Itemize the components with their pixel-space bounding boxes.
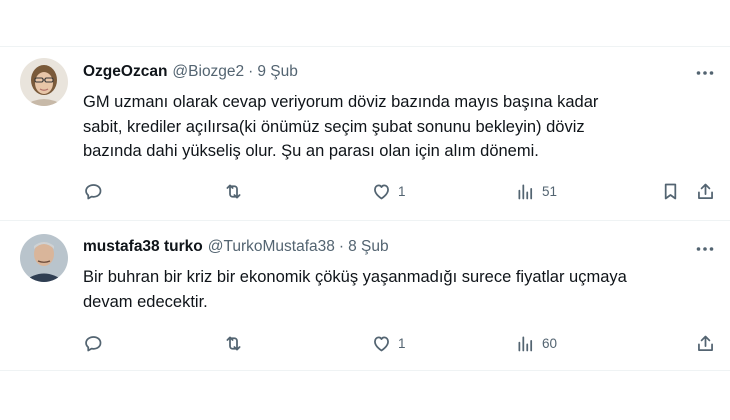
like-icon: [374, 184, 389, 199]
action-bar: 1 60: [83, 331, 730, 355]
bookmark-icon: [664, 183, 677, 199]
author-name[interactable]: OzgeOzcan: [83, 63, 167, 81]
author-handle[interactable]: @Biozge2: [172, 63, 244, 81]
author-handle[interactable]: @TurkoMustafa38: [208, 238, 335, 256]
like-button[interactable]: 1: [371, 331, 406, 355]
share-button[interactable]: [695, 179, 716, 203]
tweet[interactable]: mustafa38 turko @TurkoMustafa38 · 8 Şub …: [0, 226, 730, 366]
bottom-divider: [0, 370, 730, 371]
views-icon: [518, 184, 533, 199]
tweet-text-line: sabit, krediler açılırsa(ki önümüz seçim…: [83, 117, 585, 136]
tweet-date[interactable]: 9 Şub: [257, 63, 298, 81]
views-count: 60: [542, 335, 558, 351]
tweet-text: Bir buhran bir kriz bir ekonomik çöküş y…: [83, 265, 703, 314]
tweet-text-line: bazında dahi yükseliş olur. Şu an parası…: [83, 142, 539, 160]
views-icon: [518, 336, 533, 351]
more-icon[interactable]: [694, 238, 716, 260]
retweet-button[interactable]: [223, 179, 244, 203]
reply-icon: [85, 183, 102, 199]
bookmark-button[interactable]: [660, 179, 681, 203]
views-count: 51: [542, 183, 558, 199]
tweet-text-line: devam edecektir.: [83, 292, 208, 311]
author-name[interactable]: mustafa38 turko: [83, 238, 203, 256]
avatar[interactable]: [20, 58, 68, 106]
like-count: 1: [398, 183, 406, 199]
tweet-text-line: Bir buhran bir kriz bir ekonomik çöküş y…: [83, 268, 627, 286]
share-button[interactable]: [695, 331, 716, 355]
retweet-icon: [226, 336, 241, 350]
tweet-header: OzgeOzcan @Biozge2 · 9 Şub: [83, 61, 298, 83]
avatar[interactable]: [20, 234, 68, 282]
retweet-button[interactable]: [223, 331, 244, 355]
separator: ·: [338, 238, 345, 255]
more-icon[interactable]: [694, 62, 716, 84]
tweet-header: mustafa38 turko @TurkoMustafa38 · 8 Şub: [83, 236, 389, 258]
separator: ·: [248, 63, 254, 80]
reply-button[interactable]: [83, 179, 104, 203]
tweet[interactable]: OzgeOzcan @Biozge2 · 9 Şub GM uzmanı ola…: [0, 52, 730, 220]
like-count: 1: [398, 335, 406, 351]
share-icon: [698, 183, 713, 199]
tweet-text-line: GM uzmanı olarak cevap veriyorum döviz b…: [83, 93, 599, 111]
tweet-date[interactable]: 8 Şub: [348, 238, 389, 256]
views-button[interactable]: 51: [515, 179, 557, 203]
retweet-icon: [226, 184, 241, 198]
reply-icon: [85, 335, 102, 351]
tweet-divider: [0, 220, 730, 221]
views-button[interactable]: 60: [515, 331, 557, 355]
like-icon: [374, 336, 389, 351]
top-divider: [0, 46, 730, 47]
like-button[interactable]: 1: [371, 179, 406, 203]
reply-button[interactable]: [83, 331, 104, 355]
tweet-text: GM uzmanı olarak cevap veriyorum döviz b…: [83, 90, 703, 164]
share-icon: [698, 335, 713, 351]
action-bar: 1 51: [83, 179, 730, 203]
